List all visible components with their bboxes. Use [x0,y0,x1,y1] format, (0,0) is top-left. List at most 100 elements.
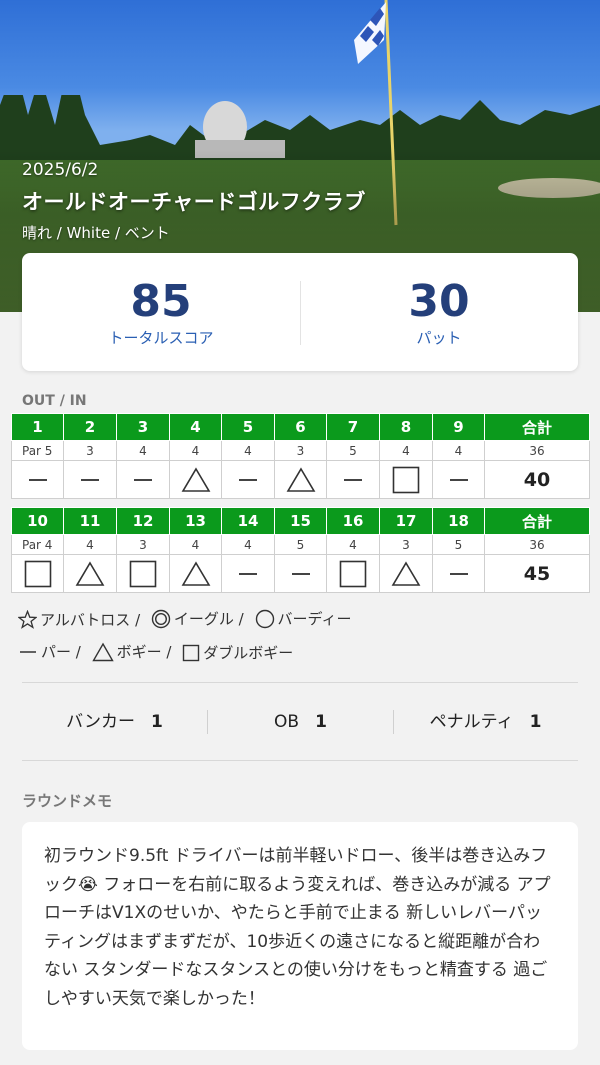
hole-number: 6 [274,413,327,441]
dash-icon [239,469,257,490]
hole-number: 9 [432,413,485,441]
stat-ob: OB 1 [208,702,393,742]
result-row: 45 [11,554,590,593]
stat-bunker-value: 1 [151,712,163,732]
hole-result [379,460,433,499]
total-header: 合計 [484,507,590,535]
course-name: オールドオーチャードゴルフクラブ [22,190,366,214]
dash-icon [81,469,99,490]
square-icon [182,644,200,662]
hole-number: 10 [11,507,64,535]
dash-icon [239,563,257,584]
total-score-label: トータルスコア [108,329,214,347]
hole-number: 11 [63,507,117,535]
result-legend-row-2: パー / ボギー / ダブルボギー [18,641,299,666]
dash-icon [18,642,38,662]
hole-result [274,460,327,499]
stat-penalty: ペナルティ 1 [393,702,578,742]
hole-par: 4 [63,534,117,555]
double-circle-icon [151,609,171,629]
dash-icon [449,563,468,584]
divider [22,682,578,683]
legend-birdie: バーディー [255,608,352,629]
par-label: Par 5 [11,440,64,461]
legend-birdie-label: バーディー [277,610,352,628]
hole-result [221,554,275,593]
scorecard-section-label: OUT / IN [22,393,87,409]
triangle-icon [181,466,211,492]
putts-value: 30 [408,276,470,327]
round-memo: 初ラウンド9.5ft ドライバーは前半軽いドロー、後半は巻き込みフック😭 フォロ… [22,822,578,1050]
legend-double-bogey: ダブルボギー [182,642,293,663]
dash-icon [291,563,310,584]
hole-result [11,554,64,593]
divider [22,760,578,761]
legend-bogey-label: ボギー / [116,643,172,661]
hole-number: 3 [116,413,170,441]
hole-par: 3 [274,440,327,461]
hole-result [116,460,170,499]
hole-par: 4 [169,440,222,461]
hole-result [63,460,117,499]
square-icon [129,560,157,587]
hole-result [326,460,380,499]
hole-par: 5 [274,534,327,555]
hole-par: 4 [116,440,170,461]
hole-par: 4 [326,534,380,555]
hole-par: 4 [169,534,222,555]
stat-penalty-value: 1 [529,712,542,732]
triangle-icon [391,560,421,586]
legend-double-bogey-label: ダブルボギー [203,644,294,662]
hole-number: 1 [11,413,64,441]
triangle-icon [286,466,316,492]
hole-result [169,554,222,593]
square-icon [24,560,52,587]
memo-text: 初ラウンド9.5ft ドライバーは前半軽いドロー、後半は巻き込みフック😭 フォロ… [44,846,551,1009]
stat-bunker-label: バンカー [66,712,135,732]
stat-bunker: バンカー 1 [22,702,207,742]
par-row: Par 4 4 3 4 4 5 4 3 5 36 [11,534,590,555]
par-total: 36 [484,440,590,461]
in-scorecard-table: 10 11 12 13 14 15 16 17 18 合計 Par 4 4 3 4 4 5 4 3 5 36 45 [11,507,590,593]
hole-result [379,554,433,593]
total-header: 合計 [484,413,590,441]
result-legend-row-1: アルバトロス / イーグル / バーディー [18,608,357,633]
out-scorecard-table: 1 2 3 4 5 6 7 8 9 合計 Par 5 3 4 4 4 3 5 4 4 36 40 [11,413,590,499]
par-total: 36 [484,534,590,555]
hole-result [63,554,117,593]
hole-result [116,554,170,593]
putts-block: 30 パット [300,253,578,371]
hole-result [432,460,485,499]
score-total: 40 [484,460,590,499]
hole-par: 5 [432,534,485,555]
hole-number: 2 [63,413,117,441]
hole-number: 8 [379,413,433,441]
hole-number: 15 [274,507,327,535]
round-date: 2025/6/2 [22,160,99,180]
hole-number: 18 [432,507,485,535]
hole-result [221,460,275,499]
total-score-value: 85 [130,276,192,327]
legend-albatross-label: アルバトロス / [40,610,141,629]
legend-albatross: アルバトロス / [18,609,140,630]
legend-par: パー / [18,641,81,662]
triangle-icon [91,642,114,662]
stat-ob-label: OB [274,712,300,732]
hole-number-row: 10 11 12 13 14 15 16 17 18 合計 [11,507,590,535]
hole-number: 13 [169,507,222,535]
hole-result [326,554,380,593]
circle-icon [255,609,275,629]
legend-par-label: パー / [41,643,81,661]
hole-number: 17 [379,507,433,535]
hole-number: 12 [116,507,170,535]
hole-par: 4 [221,440,275,461]
hole-number: 7 [326,413,380,441]
legend-bogey: ボギー / [91,641,172,662]
hole-par: 4 [379,440,433,461]
triangle-icon [181,560,211,586]
putts-label: パット [416,329,462,347]
total-score-block: 85 トータルスコア [22,253,300,371]
hole-result [274,554,327,593]
round-conditions: 晴れ / White / ベント [22,224,170,242]
hole-par: 4 [221,534,275,555]
